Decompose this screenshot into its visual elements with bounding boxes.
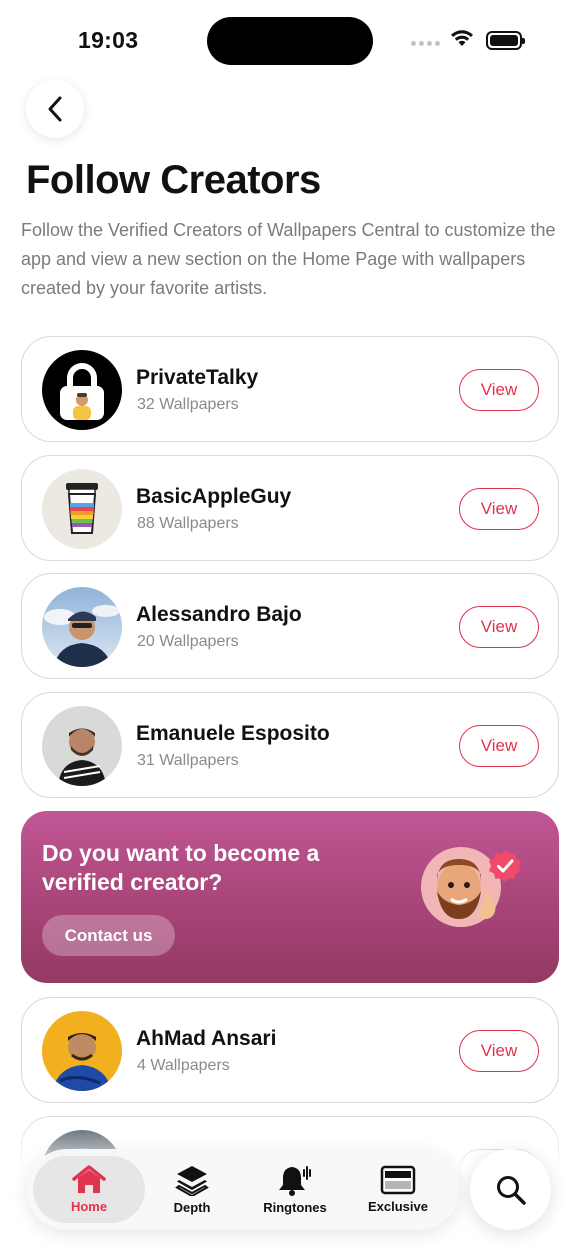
search-button[interactable] [470, 1149, 551, 1230]
follow-creators-screen: 19:03 Follow Creators Follow the Verifie… [0, 0, 580, 1256]
view-creator-button[interactable]: View [459, 369, 539, 411]
creator-avatar [42, 587, 122, 667]
view-creator-button[interactable]: View [459, 606, 539, 648]
wifi-icon [451, 30, 473, 46]
creator-name: Emanuele Esposito [136, 722, 330, 745]
creator-name: Alessandro Bajo [136, 603, 302, 626]
creator-wallpaper-count: 4 Wallpapers [137, 1057, 230, 1074]
creator-card[interactable]: Emanuele Esposito 31 Wallpapers View [21, 692, 559, 798]
verified-check-icon [489, 850, 521, 882]
back-button[interactable] [26, 80, 84, 138]
view-creator-button[interactable]: View [459, 725, 539, 767]
tab-label: Ringtones [263, 1200, 327, 1215]
tab-exclusive[interactable]: Exclusive [357, 1149, 439, 1230]
page-title: Follow Creators [26, 158, 321, 202]
dynamic-island [207, 17, 373, 65]
creator-avatar [42, 469, 122, 549]
creator-wallpaper-count: 32 Wallpapers [137, 396, 239, 413]
creator-wallpaper-count: 88 Wallpapers [137, 515, 239, 532]
chevron-left-icon [48, 96, 62, 122]
creator-card[interactable]: AhMad Ansari 4 Wallpapers View [21, 997, 559, 1103]
tab-home[interactable]: Home [33, 1149, 145, 1230]
view-creator-button[interactable]: View [459, 1030, 539, 1072]
creator-name: PrivateTalky [136, 366, 259, 389]
magnifier-icon [496, 1175, 526, 1205]
layers-icon [175, 1166, 209, 1196]
page-description: Follow the Verified Creators of Wallpape… [21, 220, 556, 298]
tab-ringtones[interactable]: Ringtones [249, 1149, 341, 1230]
creator-card[interactable]: Alessandro Bajo 20 Wallpapers View [21, 573, 559, 679]
display-icon [380, 1165, 416, 1195]
creator-name: AhMad Ansari [136, 1027, 277, 1050]
promo-title: Do you want to become a verified creator… [42, 840, 320, 895]
creator-name: BasicAppleGuy [136, 485, 292, 508]
battery-icon [486, 31, 525, 50]
house-icon [72, 1165, 106, 1193]
contact-us-button[interactable]: Contact us [42, 915, 175, 956]
creator-wallpaper-count: 31 Wallpapers [137, 752, 239, 769]
tab-bar: Home Depth Ringtones Exclusive [27, 1149, 459, 1230]
creator-avatar [42, 1011, 122, 1091]
bell-waves-icon [279, 1166, 311, 1196]
view-creator-button[interactable]: View [459, 488, 539, 530]
become-creator-banner: Do you want to become a verified creator… [21, 811, 559, 983]
tab-depth[interactable]: Depth [151, 1149, 233, 1230]
status-time: 19:03 [78, 27, 139, 53]
creator-wallpaper-count: 20 Wallpapers [137, 633, 239, 650]
tab-label: Home [70, 1199, 108, 1214]
tab-label: Depth [173, 1200, 211, 1215]
tab-label: Exclusive [368, 1199, 428, 1214]
creator-card[interactable]: BasicAppleGuy 88 Wallpapers View [21, 455, 559, 561]
cellular-signal-icon [411, 41, 440, 46]
creator-avatar [42, 706, 122, 786]
creator-avatar [42, 350, 122, 430]
creator-card[interactable]: PrivateTalky 32 Wallpapers View [21, 336, 559, 442]
